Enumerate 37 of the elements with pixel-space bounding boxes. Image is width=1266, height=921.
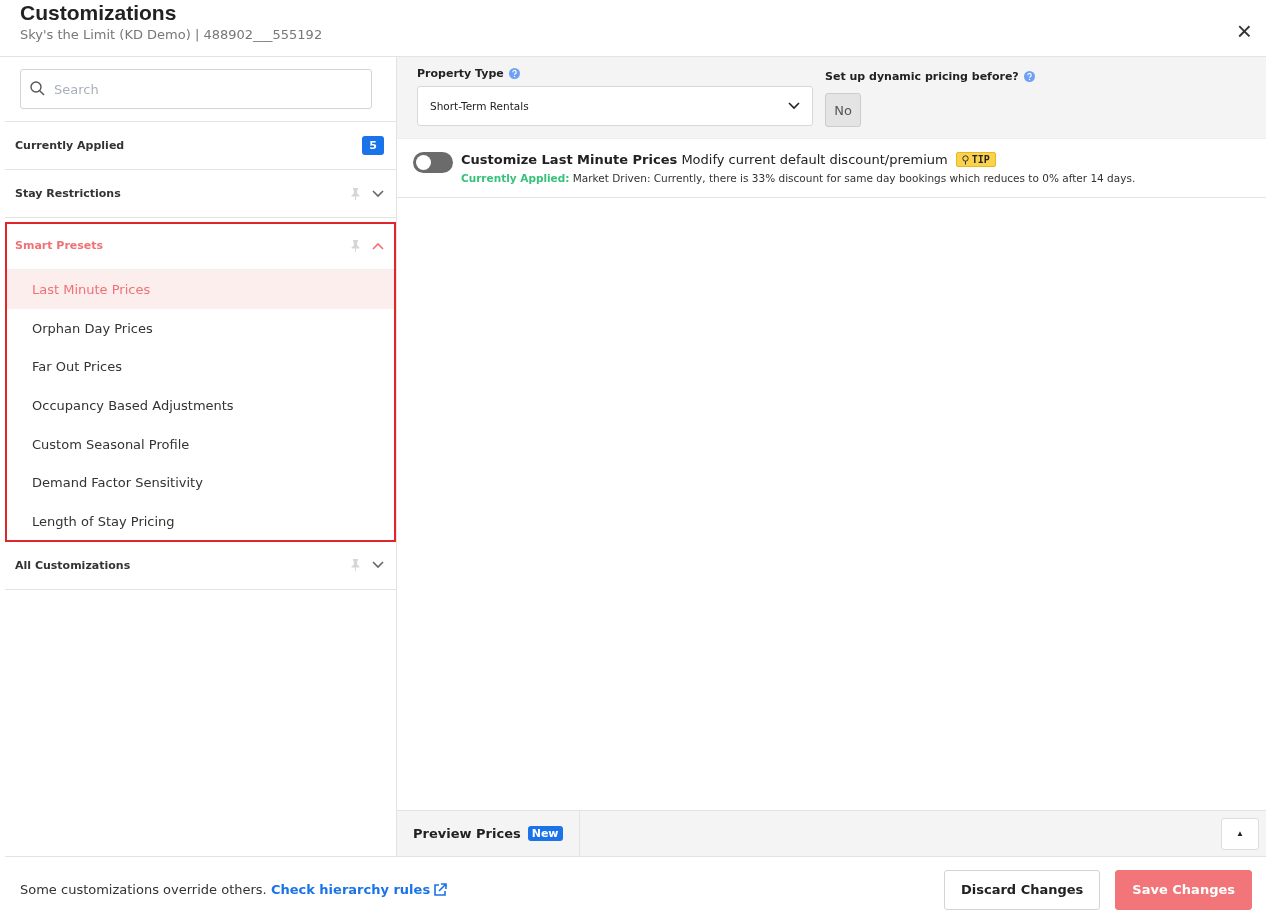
expand-button[interactable]: ▲ bbox=[1221, 817, 1259, 850]
section-header[interactable]: Currently Applied 5 bbox=[5, 122, 396, 169]
sidebar-item[interactable]: Occupancy Based Adjustments bbox=[5, 386, 396, 425]
search-field[interactable]: Search bbox=[20, 69, 372, 109]
footer-note: Some customizations override others. Check hierarchy rules bbox=[20, 882, 448, 897]
tip-badge[interactable]: TIP bbox=[955, 152, 996, 167]
sidebar-item[interactable]: Demand Factor Sensitivity bbox=[5, 463, 396, 503]
preview-label: Preview Prices bbox=[413, 826, 521, 841]
sidebar-item[interactable]: Orphan Day Prices bbox=[5, 308, 396, 348]
applied-description: Currently Applied: Market Driven: Currently, there is 33% discount for same day bookings which reduces to 0% after 14 days. bbox=[461, 172, 1136, 184]
count-badge: 5 bbox=[362, 136, 384, 155]
chevron-down-icon[interactable] bbox=[788, 102, 800, 110]
no-button[interactable]: No bbox=[825, 93, 861, 127]
pin-icon[interactable] bbox=[351, 187, 360, 200]
chevron-up-icon[interactable] bbox=[372, 241, 384, 250]
sidebar-item[interactable]: Length of Stay Pricing bbox=[5, 502, 396, 541]
toggle-switch[interactable] bbox=[413, 152, 453, 173]
section-header[interactable]: All Customizations bbox=[5, 541, 396, 589]
discard-button[interactable]: Discard Changes bbox=[943, 869, 1101, 910]
help-icon[interactable] bbox=[1023, 71, 1035, 82]
property-type-dropdown[interactable]: Short-Term Rentals bbox=[417, 86, 813, 126]
lightbulb-icon bbox=[961, 154, 969, 165]
close-button[interactable]: × bbox=[1236, 6, 1252, 56]
pin-icon[interactable] bbox=[351, 239, 360, 252]
external-link-icon bbox=[433, 882, 448, 897]
new-badge: New bbox=[527, 826, 563, 841]
customization-title: Customize Last Minute Prices Modify current default discount/premium bbox=[461, 152, 948, 167]
sidebar-item[interactable]: Far Out Prices bbox=[5, 347, 396, 387]
dialog-subtitle: Sky's the Limit (KD Demo) | 488902___555192 bbox=[20, 27, 323, 42]
help-icon[interactable] bbox=[508, 68, 520, 79]
pin-icon[interactable] bbox=[351, 559, 360, 572]
dialog-title: Customizations bbox=[20, 0, 178, 26]
hierarchy-link[interactable]: Check hierarchy rules bbox=[270, 882, 448, 897]
sidebar-item[interactable]: Custom Seasonal Profile bbox=[5, 424, 396, 464]
field-label: Property Type bbox=[417, 67, 504, 80]
field-label: Set up dynamic pricing before? bbox=[825, 70, 1019, 83]
section-header[interactable]: Stay Restrictions bbox=[5, 170, 396, 217]
